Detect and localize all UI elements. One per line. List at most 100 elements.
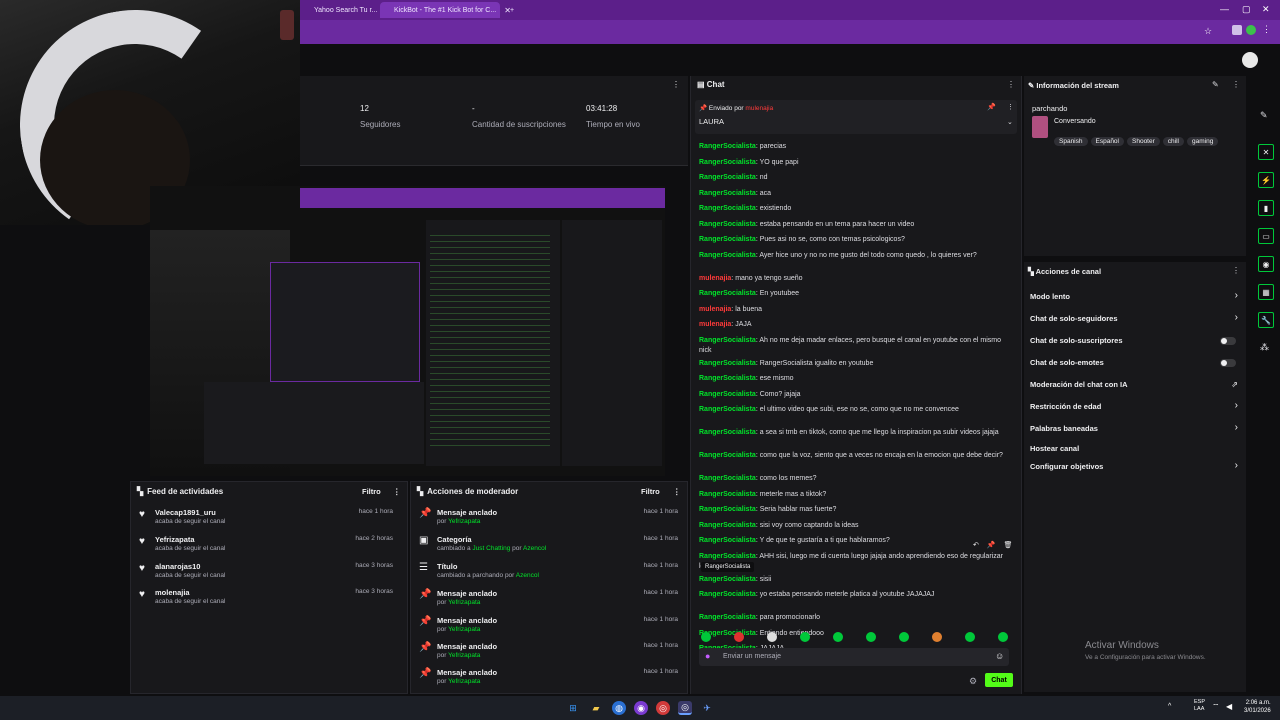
smiley-icon[interactable]: ☺ [995, 651, 1004, 661]
star-icon[interactable]: ☆ [1204, 26, 1212, 37]
activity-filter-button[interactable]: Filtro [362, 487, 381, 496]
rail-button-2[interactable]: ⚡ [1258, 172, 1274, 188]
emote-icon[interactable] [833, 632, 843, 642]
chat-message[interactable]: mulenajia: mano ya tengo sueño [699, 274, 1009, 284]
minimize-icon[interactable]: — [1220, 4, 1229, 14]
tag[interactable]: gaming [1186, 137, 1219, 146]
clock[interactable]: 2:06 a.m. 3/01/2026 [1244, 699, 1271, 715]
chat-message[interactable]: RangerSocialista: Pues asi no se, como c… [699, 235, 1009, 245]
chat-message[interactable]: RangerSocialista: como que la voz, sient… [699, 451, 1009, 461]
language-indicator[interactable]: ESP LAA [1194, 699, 1205, 713]
menu-icon[interactable]: ⋮ [1262, 24, 1271, 35]
chevron-down-icon[interactable]: ⌄ [1007, 118, 1013, 126]
chat-message[interactable]: RangerSocialista: Ah no me deja madar en… [699, 336, 1009, 356]
activity-username[interactable]: Yefrizapata [155, 535, 195, 544]
chat-message[interactable]: RangerSocialista: a sea si tmb en tiktok… [699, 428, 1009, 438]
pin-icon[interactable]: 📌 [987, 541, 996, 549]
browser-icon[interactable]: ◍ [612, 701, 626, 715]
emote-icon[interactable] [800, 632, 810, 642]
chat-input[interactable]: ● Enviar un mensaje ☺ [699, 648, 1009, 666]
chat-username[interactable]: RangerSocialista [699, 537, 756, 544]
chat-message[interactable]: RangerSocialista: En youtubee [699, 289, 1009, 299]
chat-username[interactable]: RangerSocialista [699, 391, 756, 398]
chat-username[interactable]: RangerSocialista [699, 522, 756, 529]
more-icon[interactable]: ⋮ [1007, 80, 1015, 89]
delete-icon[interactable]: 🗑 [1004, 541, 1013, 549]
chat-username[interactable]: RangerSocialista [699, 360, 756, 367]
activity-username[interactable]: Valecap1891_uru [155, 508, 216, 517]
chat-message[interactable]: RangerSocialista: Ayer hice uno y no no … [699, 251, 1009, 261]
nodes-icon[interactable]: ⁂ [1260, 342, 1269, 353]
chat-message[interactable]: RangerSocialista: nd [699, 173, 1009, 183]
emotes-only-toggle[interactable] [1220, 359, 1236, 367]
channel-action-goals[interactable]: Configurar objetivos › [1024, 460, 1246, 476]
chat-message[interactable]: RangerSocialista: yo estaba pensando met… [699, 590, 1009, 600]
volume-icon[interactable]: ◀ [1226, 702, 1232, 711]
window-close-icon[interactable]: ✕ [1262, 4, 1270, 15]
emote-icon[interactable] [701, 632, 711, 642]
activity-username[interactable]: alanarojas10 [155, 562, 200, 571]
chat-username[interactable]: RangerSocialista [699, 236, 756, 243]
chat-message[interactable]: RangerSocialista: estaba pensando en un … [699, 220, 1009, 230]
chat-username[interactable]: RangerSocialista [699, 337, 756, 344]
address-bar[interactable]: ☆ ⋮ [300, 20, 1280, 44]
rail-button-6[interactable]: ▦ [1258, 284, 1274, 300]
chat-username[interactable]: RangerSocialista [699, 406, 756, 413]
chat-message[interactable]: RangerSocialista: parecias [699, 142, 1009, 152]
action-user[interactable]: Azencol [516, 572, 539, 579]
pinned-user[interactable]: mulenajia [745, 105, 773, 112]
chat-message[interactable]: RangerSocialista: Seria hablar mas fuert… [699, 505, 1009, 515]
rail-button-3[interactable]: ▮ [1258, 200, 1274, 216]
file-explorer-icon[interactable]: ▰ [589, 701, 603, 715]
profile-icon[interactable] [1246, 25, 1256, 35]
avatar[interactable] [1242, 52, 1258, 68]
rail-button-4[interactable]: ▭ [1258, 228, 1274, 244]
moderator-filter-button[interactable]: Filtro [641, 487, 660, 496]
chat-message[interactable]: RangerSocialista: meterle mas a tiktok? [699, 490, 1009, 500]
stream-preview[interactable] [150, 186, 665, 476]
windows-start-icon[interactable]: ⊞ [566, 701, 580, 715]
chat-username[interactable]: RangerSocialista [699, 252, 756, 259]
tray-chevron-icon[interactable]: ^ [1168, 703, 1171, 710]
subscribers-only-toggle[interactable] [1220, 337, 1236, 345]
more-icon[interactable]: ⋮ [672, 80, 680, 89]
chat-message[interactable]: mulenajia: la buena [699, 305, 1009, 315]
more-icon[interactable]: ⋮ [673, 487, 681, 496]
chat-username[interactable]: mulenajia [699, 306, 731, 313]
chat-username[interactable]: RangerSocialista [699, 143, 756, 150]
chat-message[interactable]: RangerSocialista: Entiendo entiendooo [699, 629, 1009, 639]
channel-action-host[interactable]: Hostear canal [1024, 444, 1246, 458]
settings-icon[interactable]: ⚙ [969, 676, 977, 687]
emote-icon[interactable] [734, 632, 744, 642]
action-user[interactable]: Yefrizapata [448, 599, 480, 606]
emote-icon[interactable] [899, 632, 909, 642]
chat-message[interactable]: RangerSocialista: RangerSocialista igual… [699, 359, 1009, 369]
browser-tab-kickbot[interactable]: KickBot - The #1 Kick Bot for C... ✕ [380, 2, 511, 18]
chat-message[interactable]: RangerSocialista: sisii [699, 575, 1009, 585]
chat-username[interactable]: mulenajia [699, 275, 731, 282]
chat-message[interactable]: RangerSocialista: el ultimo video que su… [699, 405, 1009, 415]
chrome-active-icon[interactable]: ◎ [678, 701, 692, 715]
rail-button-1[interactable]: ✕ [1258, 144, 1274, 160]
chat-username[interactable]: RangerSocialista [699, 205, 756, 212]
chat-message[interactable]: mulenajia: JAJA [699, 320, 1009, 330]
maximize-icon[interactable]: ▢ [1242, 4, 1251, 15]
chat-username[interactable]: RangerSocialista [699, 614, 756, 621]
chat-message[interactable]: RangerSocialista: aca [699, 189, 1009, 199]
chat-message[interactable]: RangerSocialista: existiendo [699, 204, 1009, 214]
action-user[interactable]: Yefrizapata [448, 518, 480, 525]
pencil-icon[interactable]: ✎ [1212, 80, 1219, 89]
rail-button-7[interactable]: 🔧 [1258, 312, 1274, 328]
more-icon[interactable]: ⋮ [1007, 103, 1014, 111]
pin-icon[interactable]: 📌 [987, 103, 996, 111]
chat-username[interactable]: RangerSocialista [699, 190, 756, 197]
action-user[interactable]: Yefrizapata [448, 626, 480, 633]
extension-icon[interactable] [1232, 25, 1242, 35]
more-icon[interactable]: ⋮ [1232, 80, 1240, 89]
tag[interactable]: chill [1162, 137, 1184, 146]
chat-username[interactable]: RangerSocialista [699, 159, 756, 166]
wifi-icon[interactable]: ⌔ [1212, 702, 1220, 712]
pinned-message[interactable]: 📌 Enviado por mulenajia LAURA 📌 ⋮ ⌄ [695, 100, 1017, 134]
new-tab-button[interactable]: + [496, 2, 514, 18]
emote-icon[interactable] [767, 632, 777, 642]
